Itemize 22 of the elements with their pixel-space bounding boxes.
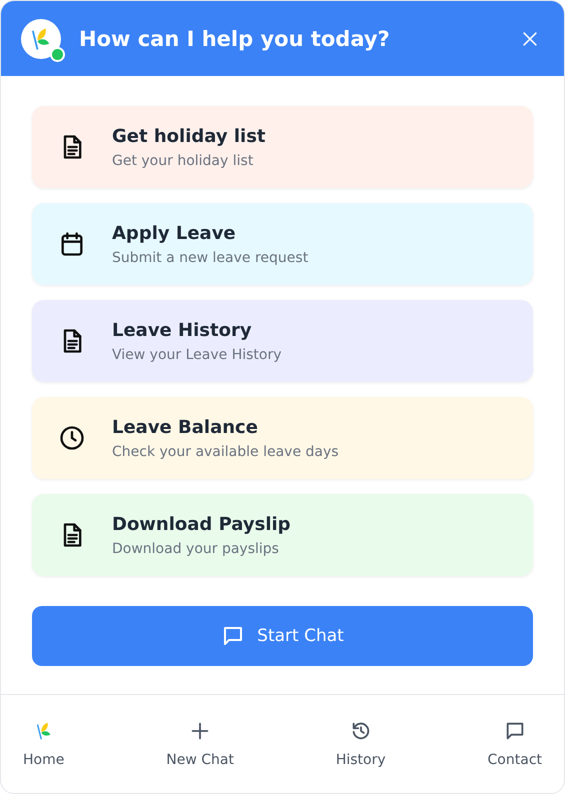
card-subtitle: Submit a new leave request [112, 250, 308, 266]
card-title: Download Payslip [112, 514, 291, 534]
header-title: How can I help you today? [79, 26, 391, 50]
card-title: Apply Leave [112, 222, 237, 244]
clock-icon [58, 424, 86, 452]
card-title: Leave Balance [112, 416, 259, 438]
action-card[interactable]: Leave History View your Leave History [32, 300, 533, 382]
action-card[interactable]: Apply Leave Submit a new leave request [32, 203, 533, 285]
card-title: Get holiday list [112, 126, 266, 146]
card-subtitle: View your Leave History [112, 346, 282, 362]
start-chat-button[interactable]: Start Chat [32, 606, 533, 666]
nav-tab[interactable]: History [328, 716, 394, 772]
card-title: Leave History [112, 320, 253, 340]
action-card[interactable]: Download Payslip Download your payslips [32, 494, 533, 576]
nav-tab[interactable]: Contact [480, 716, 550, 772]
action-card[interactable]: Get holiday list Get your holiday list [32, 106, 533, 188]
card-subtitle: Download your payslips [112, 540, 280, 556]
card-subtitle: Get your holiday list [112, 152, 254, 168]
card-subtitle: Check your available leave days [112, 444, 339, 460]
action-card[interactable]: Leave Balance Check your available leave days [32, 397, 533, 479]
nav-tab[interactable]: Home [15, 716, 72, 772]
nav-tab[interactable]: New Chat [158, 716, 242, 772]
